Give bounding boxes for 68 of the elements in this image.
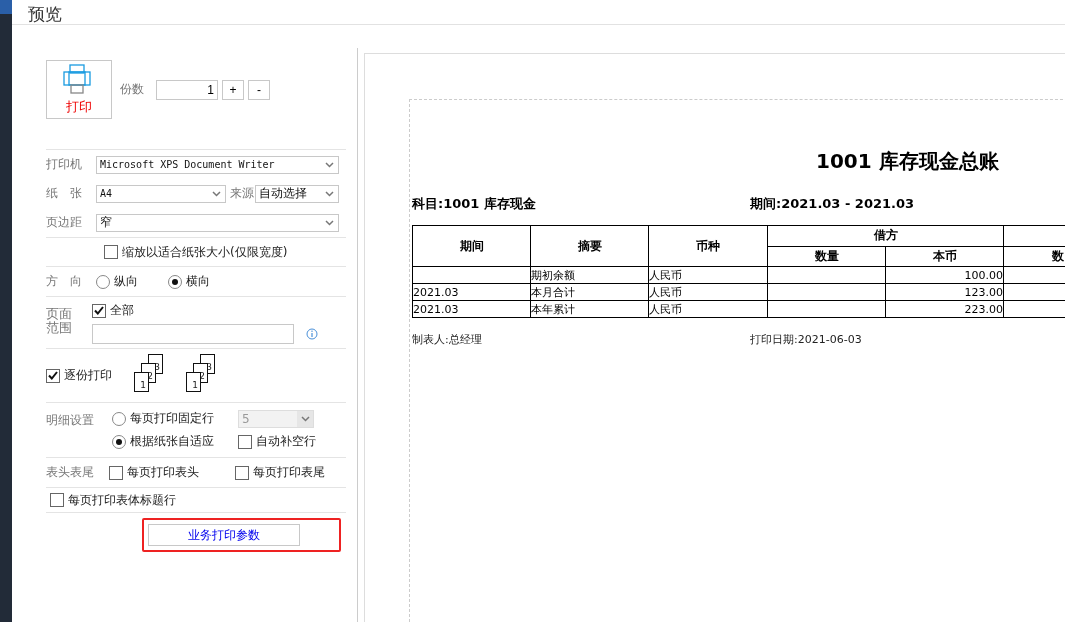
checkbox[interactable]	[46, 368, 60, 383]
window-title: 预览	[28, 4, 62, 24]
table-cell: 123.00	[885, 283, 1004, 301]
table-cell: 2021.03	[412, 300, 531, 318]
column-header: 币种	[648, 225, 768, 267]
header-footer-label: 表头表尾	[46, 464, 95, 481]
chevron-down-icon	[212, 190, 221, 197]
detail-option: 根据纸张自适应	[130, 433, 234, 450]
table-cell: 人民币	[648, 300, 768, 318]
checkbox[interactable]	[238, 434, 252, 449]
column-header: 摘要	[530, 225, 649, 267]
checkbox[interactable]	[235, 465, 249, 480]
info-icon	[306, 327, 318, 340]
margin-label: 页边距	[46, 214, 83, 231]
table-cell: 本年累计	[530, 300, 649, 318]
table-cell: 期初余额	[530, 266, 649, 284]
auto-fill-label: 自动补空行	[256, 433, 316, 450]
chevron-down-icon	[325, 219, 334, 226]
checkmark-icon	[94, 306, 104, 315]
copies-label: 份数	[120, 81, 144, 98]
print-date: 打印日期:2021-06-03	[750, 332, 863, 347]
table-cell: 本月合计	[530, 283, 649, 301]
checkbox[interactable]	[109, 465, 123, 480]
margin-dropdown[interactable]: 窄	[96, 213, 339, 232]
title-row-label: 每页打印表体标题行	[68, 491, 176, 509]
all-pages-label: 全部	[110, 302, 134, 319]
checkmark-icon	[48, 371, 58, 380]
detail-option: 每页打印固定行	[130, 410, 234, 427]
detail-settings-label: 明细设置	[46, 412, 95, 429]
report-period: 期间:2021.03 - 2021.03	[750, 195, 916, 213]
header-footer-option: 每页打印表尾	[253, 464, 325, 481]
header-footer-option: 每页打印表头	[127, 464, 199, 481]
table-cell: 2021.03	[412, 283, 531, 301]
table-cell: 人民币	[648, 283, 768, 301]
chevron-down-icon	[325, 190, 334, 197]
orientation-label: 方 向	[46, 273, 83, 290]
checkbox[interactable]	[50, 493, 64, 507]
column-group-header: 借方	[767, 225, 1004, 246]
checkbox[interactable]	[92, 303, 106, 318]
orientation-option: 横向	[186, 273, 210, 290]
column-header: 本币	[885, 246, 1004, 267]
business-print-settings-button[interactable]: 业务打印参数	[148, 524, 300, 546]
fit-width-label: 缩放以适合纸张大小(仅限宽度)	[122, 243, 288, 261]
decrement-button[interactable]: -	[248, 79, 270, 100]
column-header: 期间	[412, 225, 531, 267]
source-label: 来源	[230, 185, 254, 202]
page-range-field[interactable]	[92, 323, 294, 344]
page-range-label: 页面范围	[46, 307, 72, 338]
chevron-down-icon	[325, 161, 334, 168]
printer-dropdown[interactable]: Microsoft XPS Document Writer	[96, 155, 339, 174]
report-subject: 科目:1001 库存现金	[412, 195, 537, 213]
chevron-down-icon	[300, 415, 310, 422]
copies-field[interactable]: 1	[156, 79, 218, 100]
report-maker: 制表人:总经理	[412, 332, 483, 347]
column-header: 数量	[767, 246, 886, 267]
print-button[interactable]: 打印	[46, 60, 112, 119]
checkbox[interactable]	[104, 245, 118, 259]
table-cell: 100.00	[885, 266, 1004, 284]
paper-dropdown[interactable]: A4	[96, 184, 226, 203]
table-cell: 人民币	[648, 266, 768, 284]
printer-label: 打印机	[46, 156, 83, 173]
collate-label: 逐份打印	[64, 367, 112, 384]
source-dropdown[interactable]: 自动选择	[255, 184, 339, 203]
paper-label: 纸 张	[46, 185, 83, 202]
report-title: 1001 库存现金总账	[815, 148, 1000, 175]
increment-button[interactable]: +	[222, 79, 244, 100]
orientation-option: 纵向	[114, 273, 138, 290]
table-cell: 223.00	[885, 300, 1004, 318]
